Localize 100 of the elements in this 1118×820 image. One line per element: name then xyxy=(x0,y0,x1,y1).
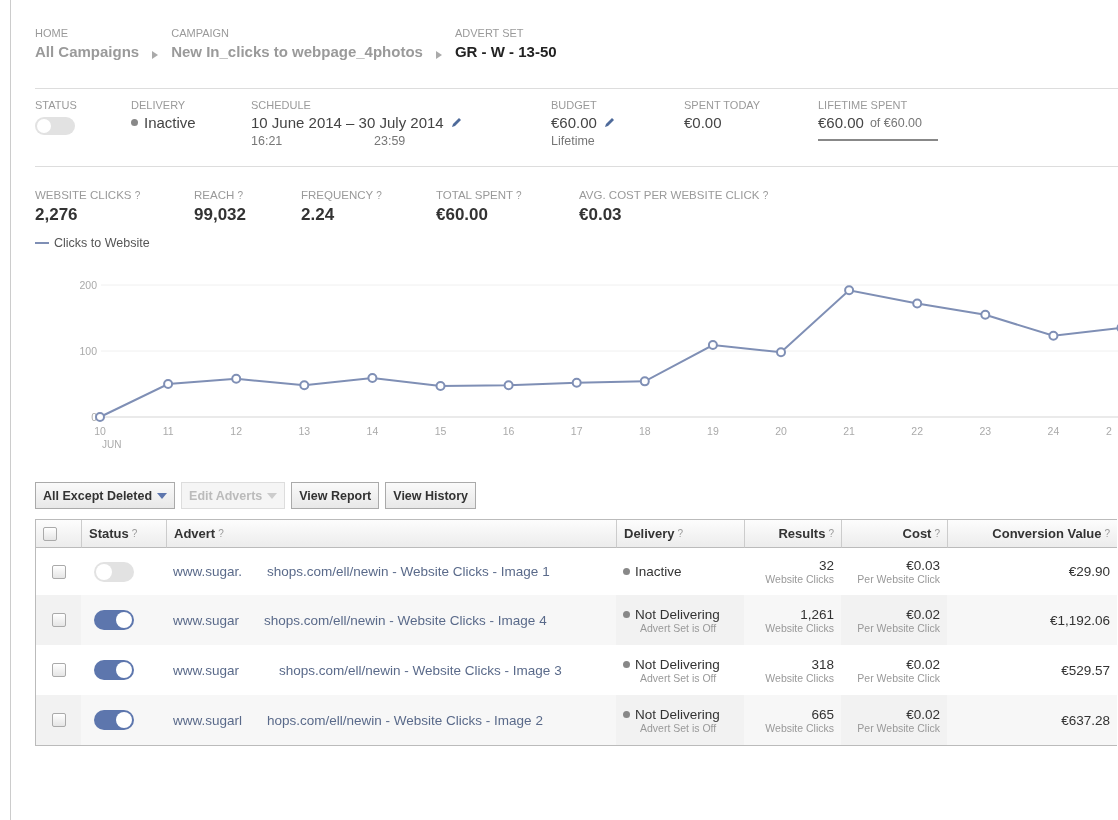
field-caption: STATUS xyxy=(35,99,78,111)
status-dot xyxy=(131,119,138,126)
axis-label: 20 xyxy=(775,425,787,437)
column-header[interactable]: Status ? xyxy=(81,520,166,548)
metric-value: 2.24 xyxy=(301,205,336,225)
axis-label: 18 xyxy=(638,425,651,437)
axis-label: 19 xyxy=(707,425,719,437)
results-value: 32 xyxy=(818,558,834,573)
data-point xyxy=(844,285,855,296)
spent-today-value: €0.00 xyxy=(684,114,723,131)
pencil-icon[interactable] xyxy=(602,116,616,129)
status-toggle[interactable] xyxy=(94,710,134,730)
axis-label: 13 xyxy=(298,425,311,437)
axis-label: 14 xyxy=(366,425,379,437)
status-toggle[interactable] xyxy=(35,117,75,135)
row-checkbox[interactable] xyxy=(51,613,66,627)
axis-label: 200 xyxy=(79,279,97,291)
data-point xyxy=(707,340,718,351)
cost-value: €0.03 xyxy=(906,558,940,573)
pencil-icon[interactable] xyxy=(449,116,463,129)
breadcrumb-caption: CAMPAIGN xyxy=(171,27,231,39)
axis-label: JUN xyxy=(102,439,122,450)
axis-label: 23 xyxy=(979,425,992,437)
metric-label: TOTAL SPENT ? xyxy=(436,189,523,201)
budget-type: Lifetime xyxy=(551,134,596,148)
cost-value: €0.02 xyxy=(906,606,940,622)
data-point xyxy=(503,380,514,391)
field-caption: SPENT TODAY xyxy=(684,99,762,111)
chevron-icon xyxy=(151,50,160,60)
status-dot xyxy=(623,568,630,575)
results-value: 1,261 xyxy=(800,606,834,622)
legend-swatch xyxy=(35,241,49,244)
metric-label: WEBSITE CLICKS ? xyxy=(35,189,142,201)
results-value: 318 xyxy=(811,656,834,672)
column-header[interactable]: Delivery ? xyxy=(616,520,744,548)
delivery-note: Advert Set is Off xyxy=(640,671,717,684)
conversion-value: €1,192.06 xyxy=(1049,612,1110,628)
axis-label: 21 xyxy=(843,425,855,437)
data-point xyxy=(163,379,174,389)
schedule-value: 10 June 2014 – 30 July 2014 xyxy=(251,114,444,131)
cost-unit: Per Website Click xyxy=(857,671,940,684)
data-point xyxy=(95,412,105,422)
select-all-checkbox[interactable] xyxy=(43,526,57,541)
cost-value: €0.02 xyxy=(906,656,940,672)
axis-label: 12 xyxy=(230,425,243,437)
results-unit: Website Clicks xyxy=(765,573,834,585)
field-caption: LIFETIME SPENT xyxy=(818,99,909,111)
cost-value: €0.02 xyxy=(906,706,940,722)
status-toggle[interactable] xyxy=(94,660,134,680)
row-checkbox[interactable] xyxy=(51,713,66,727)
axis-label: 16 xyxy=(502,425,515,437)
legend-label: Clicks to Website xyxy=(54,235,150,250)
column-header[interactable]: Results ? xyxy=(744,520,841,548)
delivery-value: Inactive xyxy=(144,114,196,131)
status-dot xyxy=(623,710,630,718)
axis-label: 10 xyxy=(94,425,106,437)
field-caption: SCHEDULE xyxy=(251,99,312,111)
breadcrumb-caption: HOME xyxy=(35,27,69,39)
caret-icon xyxy=(157,492,168,499)
end-time: 23:59 xyxy=(374,134,406,148)
field-caption: DELIVERY xyxy=(131,99,187,111)
data-point xyxy=(980,309,991,320)
dropdown-button[interactable]: All Except Deleted xyxy=(35,482,176,509)
status-toggle[interactable] xyxy=(94,561,134,582)
delivery-status: Not Delivering xyxy=(635,656,720,672)
axis-label: 22 xyxy=(911,425,924,437)
delivery-note: Advert Set is Off xyxy=(640,721,717,734)
column-header[interactable]: Advert ? xyxy=(166,520,616,548)
axis-label: 11 xyxy=(162,425,174,437)
metric-value: €60.00 xyxy=(436,205,489,225)
results-unit: Website Clicks xyxy=(765,671,834,684)
toolbar-button[interactable]: View Report xyxy=(291,482,380,509)
data-point xyxy=(912,298,923,309)
breadcrumb-caption: ADVERT SET xyxy=(454,27,525,39)
column-header[interactable]: Cost ? xyxy=(841,520,947,548)
data-point xyxy=(299,380,310,391)
field-caption: BUDGET xyxy=(551,99,598,111)
metric-label: FREQUENCY ? xyxy=(301,189,383,201)
data-point xyxy=(435,381,446,391)
axis-label: 100 xyxy=(79,345,97,357)
row-checkbox[interactable] xyxy=(51,663,66,677)
results-unit: Website Clicks xyxy=(765,721,834,734)
toolbar-button[interactable]: View History xyxy=(385,482,477,509)
delivery-status: Not Delivering xyxy=(635,706,720,722)
axis-label: 24 xyxy=(1047,425,1060,437)
row-checkbox[interactable] xyxy=(51,564,66,579)
data-point xyxy=(367,373,378,384)
lifetime-spent-value: €60.00 xyxy=(818,114,864,131)
data-point xyxy=(1048,330,1059,341)
advert-link[interactable]: www.sugar. shops.com/ell/newin - Website Clicks - Image 1 xyxy=(173,564,550,579)
results-value: 665 xyxy=(811,706,834,722)
data-point xyxy=(639,376,650,387)
status-toggle[interactable] xyxy=(94,610,134,630)
budget-limit: of €60.00 xyxy=(869,115,923,130)
data-point xyxy=(231,373,242,384)
conversion-value: €637.28 xyxy=(1061,712,1110,728)
metric-label: AVG. COST PER WEBSITE CLICK ? xyxy=(579,189,770,201)
advert-link[interactable]: www.sugar shops.com/ell/newin - Website Clicks - Image 3 xyxy=(173,662,562,678)
delivery-status: Not Delivering xyxy=(635,606,720,622)
column-header[interactable]: Conversion Value ? xyxy=(947,520,1117,548)
